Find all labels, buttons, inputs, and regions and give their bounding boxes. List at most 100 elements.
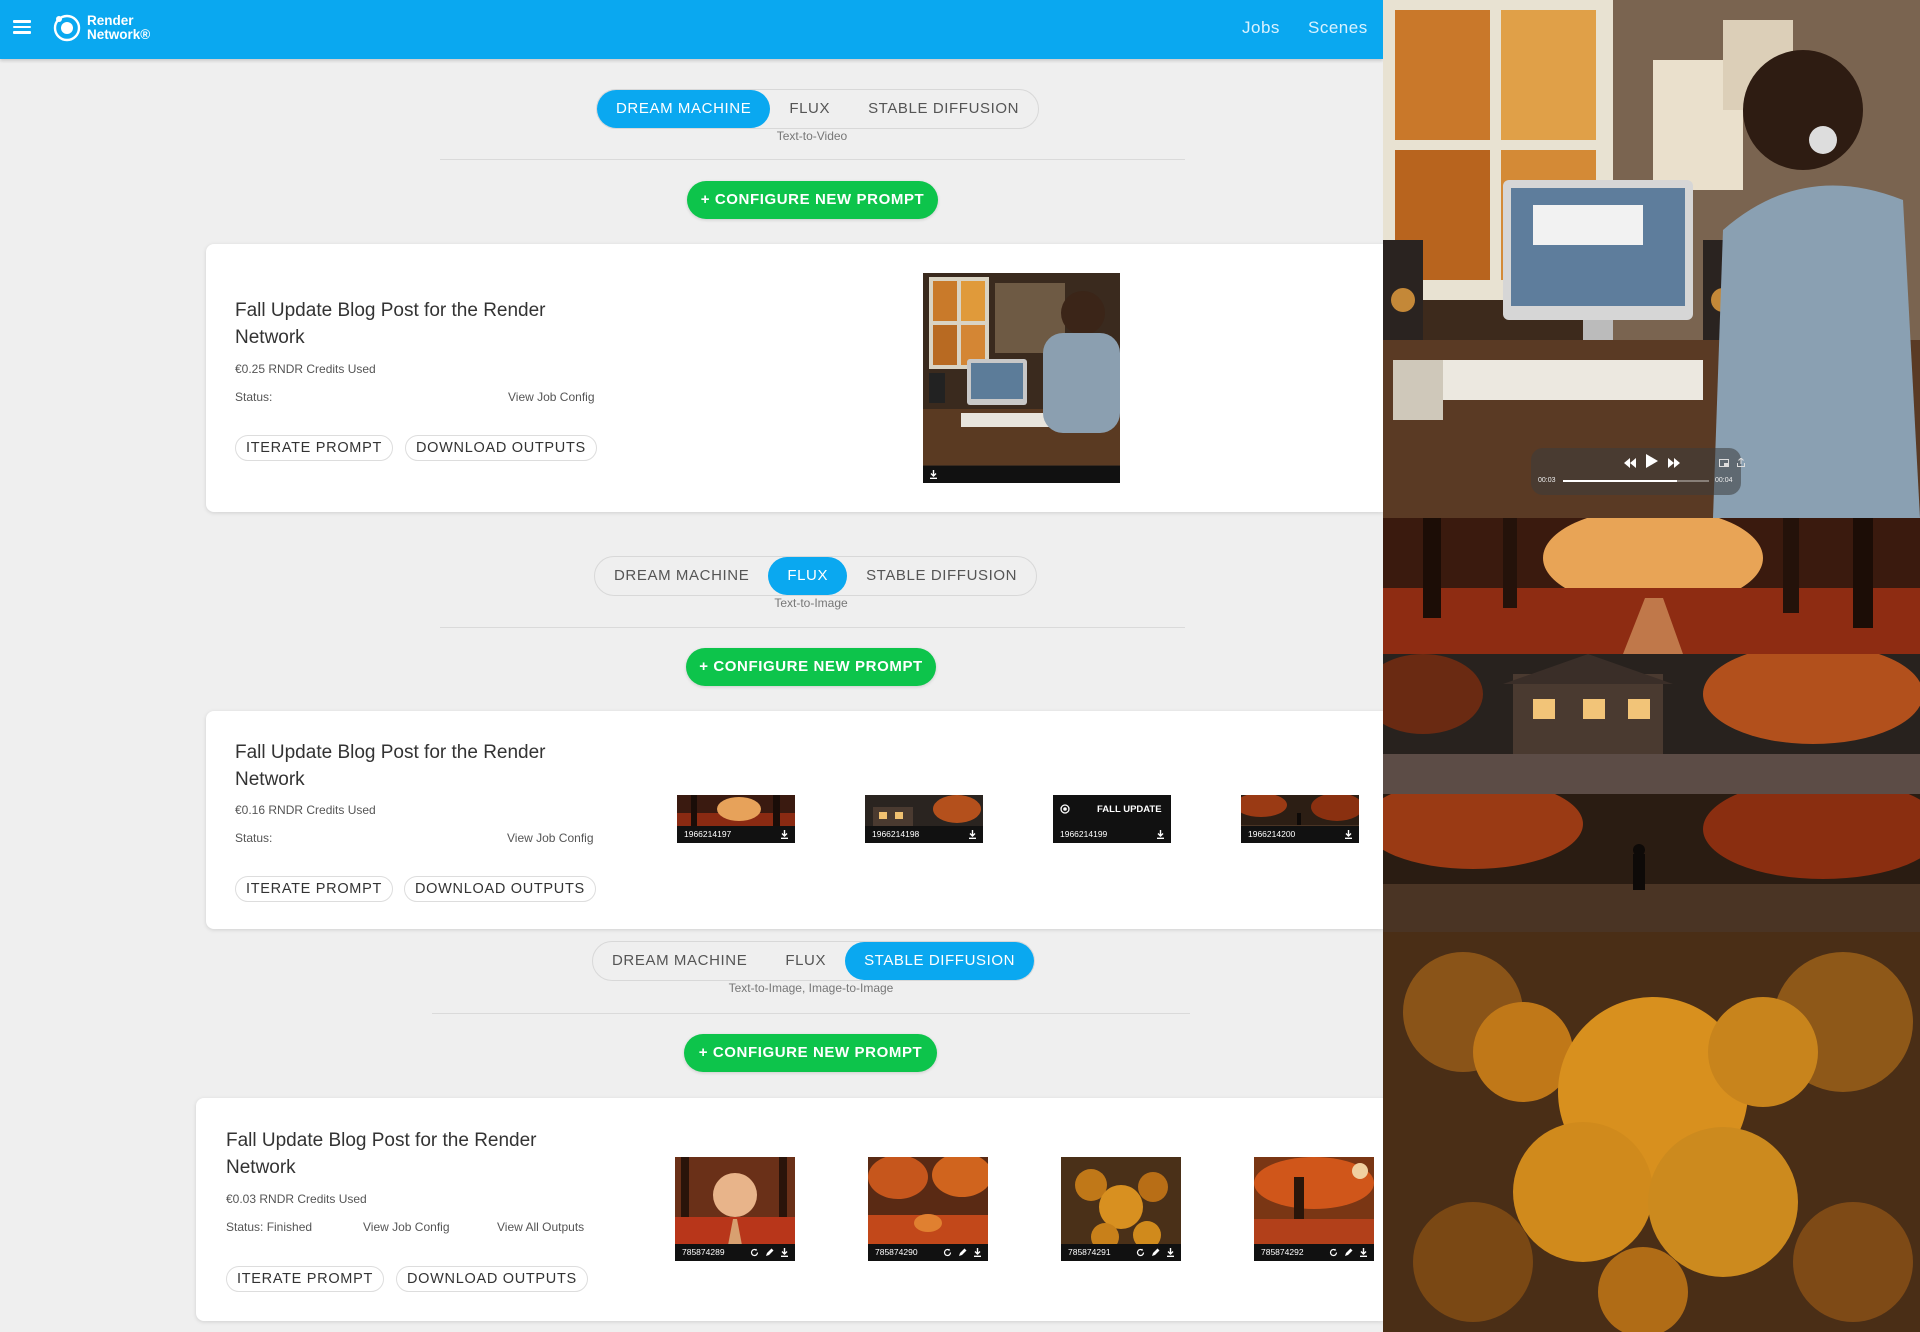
output-thumbnail[interactable]: 1966214198 <box>865 795 983 843</box>
tab-stable-diffusion[interactable]: STABLE DIFFUSION <box>845 942 1035 980</box>
fast-forward-icon[interactable] <box>1668 455 1680 473</box>
download-icon[interactable] <box>1156 826 1165 843</box>
nav-scenes-link[interactable]: Scenes <box>1308 18 1368 38</box>
brand-line-1: Render <box>87 13 134 28</box>
iterate-prompt-button[interactable]: ITERATE PROMPT <box>226 1266 385 1292</box>
seek-bar[interactable] <box>1563 480 1709 482</box>
output-thumbnail[interactable]: 785874291 <box>1061 1157 1181 1261</box>
output-thumbnail[interactable]: 1966214197 <box>677 795 795 843</box>
preview-image-aerial-canopy[interactable] <box>1383 932 1920 1332</box>
top-app-bar: Render Network® Jobs Scenes <box>0 0 1383 59</box>
download-outputs-button[interactable]: DOWNLOAD OUTPUTS <box>404 876 596 902</box>
aerial-canopy-image <box>1383 932 1920 1332</box>
output-thumbnail[interactable]: 1966214200 <box>1241 795 1359 843</box>
tab-flux[interactable]: FLUX <box>766 942 845 980</box>
download-icon[interactable] <box>780 826 789 843</box>
divider <box>440 627 1185 628</box>
model-subtitle: Text-to-Video <box>776 129 848 143</box>
view-job-config-link[interactable]: View Job Config <box>508 390 595 404</box>
refresh-icon[interactable] <box>1329 1244 1338 1261</box>
video-output-thumbnail[interactable] <box>923 273 1120 483</box>
job-status: Status: <box>235 390 273 404</box>
picture-in-picture-icon[interactable] <box>1719 454 1729 472</box>
iterate-prompt-button[interactable]: ITERATE PROMPT <box>235 435 394 461</box>
output-id: 1966214198 <box>872 829 920 839</box>
job-card: Fall Update Blog Post for the Render Net… <box>206 711 1383 929</box>
output-id: 785874290 <box>875 1247 918 1257</box>
output-id: 785874291 <box>1068 1247 1111 1257</box>
preview-image-forest-walker[interactable] <box>1383 794 1920 932</box>
download-icon[interactable] <box>973 1244 982 1261</box>
edit-icon[interactable] <box>1344 1244 1353 1261</box>
iterate-prompt-button[interactable]: ITERATE PROMPT <box>235 876 394 902</box>
tab-flux[interactable]: FLUX <box>768 557 848 595</box>
job-title: Fall Update Blog Post for the Render Net… <box>235 300 546 348</box>
video-frame <box>923 273 1120 483</box>
divider <box>440 159 1185 160</box>
refresh-icon[interactable] <box>750 1244 759 1261</box>
output-id: 785874292 <box>1261 1247 1304 1257</box>
tab-stable-diffusion[interactable]: STABLE DIFFUSION <box>847 557 1036 595</box>
output-id: 1966214200 <box>1248 829 1296 839</box>
download-icon[interactable] <box>1344 826 1353 843</box>
nav-jobs-link[interactable]: Jobs <box>1242 18 1280 38</box>
job-status: Status: <box>235 831 273 845</box>
preview-image-forest-path[interactable] <box>1383 518 1920 654</box>
credits-used: €0.16 RNDR Credits Used <box>235 803 376 817</box>
view-all-outputs-link[interactable]: View All Outputs <box>497 1220 584 1234</box>
model-tabs: DREAM MACHINE FLUX STABLE DIFFUSION <box>596 89 1040 129</box>
tab-dream-machine[interactable]: DREAM MACHINE <box>595 557 768 595</box>
preview-image-house-street[interactable] <box>1383 654 1920 794</box>
edit-icon[interactable] <box>958 1244 967 1261</box>
view-job-config-link[interactable]: View Job Config <box>507 831 594 845</box>
house-street-image <box>1383 654 1920 794</box>
output-thumbnail[interactable]: 785874290 <box>868 1157 988 1261</box>
download-outputs-button[interactable]: DOWNLOAD OUTPUTS <box>405 435 597 461</box>
menu-icon[interactable] <box>13 20 31 34</box>
output-id: 785874289 <box>682 1247 725 1257</box>
divider <box>432 1013 1190 1014</box>
edit-icon[interactable] <box>765 1244 774 1261</box>
view-job-config-link[interactable]: View Job Config <box>363 1220 450 1234</box>
output-thumbnail[interactable]: FALL UPDATE 1966214199 <box>1053 795 1171 843</box>
share-icon[interactable] <box>1737 454 1745 472</box>
credits-used: €0.03 RNDR Credits Used <box>226 1192 367 1206</box>
configure-new-prompt-button[interactable]: + CONFIGURE NEW PROMPT <box>686 648 936 686</box>
download-icon[interactable] <box>929 466 938 483</box>
download-icon[interactable] <box>1359 1244 1368 1261</box>
render-network-logo[interactable]: Render Network® <box>52 13 150 43</box>
download-outputs-button[interactable]: DOWNLOAD OUTPUTS <box>396 1266 588 1292</box>
output-id: 1966214197 <box>684 829 732 839</box>
output-thumbnail[interactable]: 785874289 <box>675 1157 795 1261</box>
configure-new-prompt-button[interactable]: + CONFIGURE NEW PROMPT <box>684 1034 937 1072</box>
render-logo-icon <box>53 14 81 42</box>
job-status: Status: Finished <box>226 1220 313 1234</box>
model-tabs: DREAM MACHINE FLUX STABLE DIFFUSION <box>594 556 1038 596</box>
output-thumbnail[interactable]: 785874292 <box>1254 1157 1374 1261</box>
thumbnail-toolbar <box>923 466 1120 483</box>
edit-icon[interactable] <box>1151 1244 1160 1261</box>
job-title: Fall Update Blog Post for the Render Net… <box>226 1130 537 1178</box>
tab-dream-machine[interactable]: DREAM MACHINE <box>597 90 771 128</box>
configure-new-prompt-button[interactable]: + CONFIGURE NEW PROMPT <box>687 181 938 219</box>
brand-line-2: Network® <box>87 27 151 42</box>
tab-flux[interactable]: FLUX <box>770 90 849 128</box>
credits-used: €0.25 RNDR Credits Used <box>235 362 376 376</box>
tab-dream-machine[interactable]: DREAM MACHINE <box>593 942 766 980</box>
rewind-icon[interactable] <box>1624 455 1636 473</box>
play-icon[interactable] <box>1646 454 1658 473</box>
download-icon[interactable] <box>780 1244 789 1261</box>
model-subtitle: Text-to-Image, Image-to-Image <box>728 981 894 995</box>
forest-path-image <box>1383 518 1920 654</box>
image-caption: FALL UPDATE <box>1097 804 1162 815</box>
job-title: Fall Update Blog Post for the Render Net… <box>235 742 546 790</box>
forest-walker-image <box>1383 794 1920 932</box>
refresh-icon[interactable] <box>943 1244 952 1261</box>
video-preview-image <box>1383 0 1920 518</box>
refresh-icon[interactable] <box>1136 1244 1145 1261</box>
render-logo-icon <box>1060 804 1070 814</box>
tab-stable-diffusion[interactable]: STABLE DIFFUSION <box>849 90 1038 128</box>
download-icon[interactable] <box>1166 1244 1175 1261</box>
video-preview[interactable]: 00:03 00:04 <box>1383 0 1920 518</box>
download-icon[interactable] <box>968 826 977 843</box>
